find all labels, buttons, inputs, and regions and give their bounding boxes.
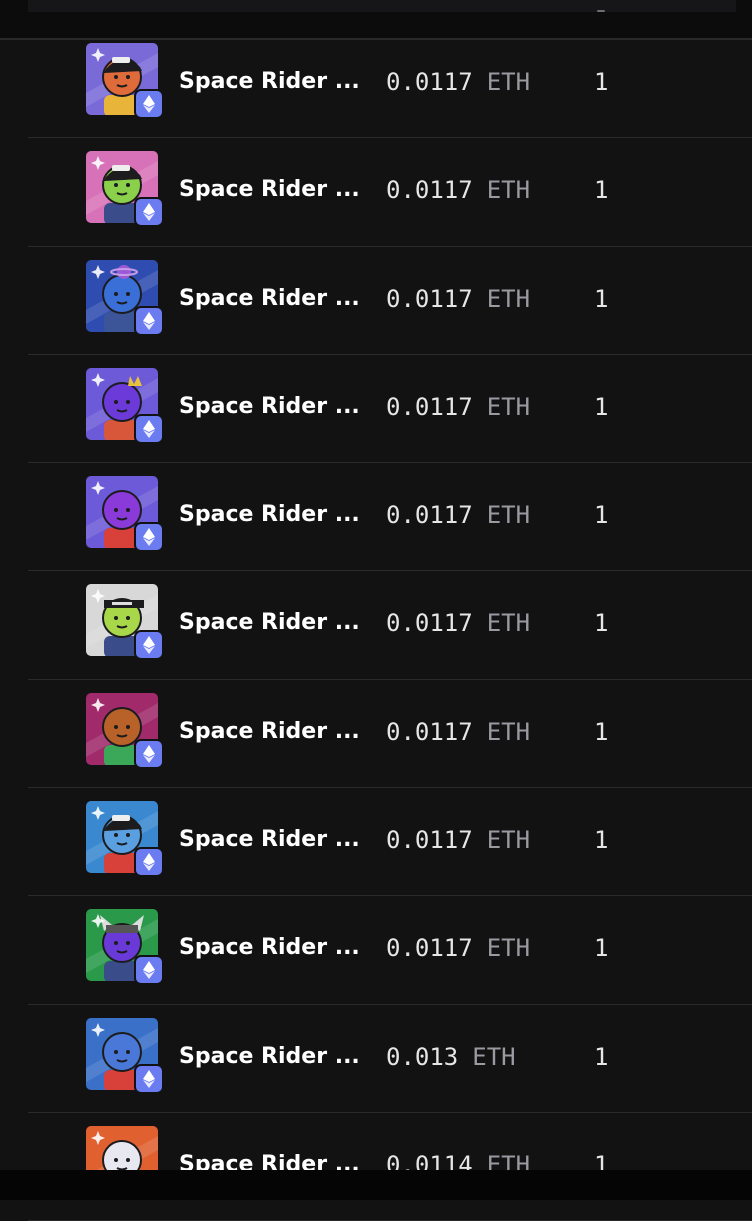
quantity-cell: 1 bbox=[594, 284, 609, 313]
quantity-cell: 1 bbox=[594, 934, 609, 963]
ethereum-icon bbox=[134, 197, 164, 228]
price-cell: 0.0117 ETH bbox=[386, 285, 530, 313]
price-cell: 0.0117 ETH bbox=[386, 501, 530, 529]
price-value: 0.0117 bbox=[386, 826, 473, 855]
table-row[interactable]: Space Rider ... 0.0114 ETH 1 bbox=[28, 1113, 752, 1221]
item-name[interactable]: Space Rider ... bbox=[179, 286, 360, 311]
ethereum-icon bbox=[134, 955, 164, 986]
item-name[interactable]: Space Rider ... bbox=[179, 69, 360, 94]
currency-unit: ETH bbox=[486, 826, 531, 855]
ethereum-icon bbox=[134, 630, 164, 661]
quantity-cell: 1 bbox=[594, 609, 609, 638]
table-row[interactable]: Space Rider ... 0.0117 ETH 1 bbox=[28, 896, 752, 1005]
currency-unit: ETH bbox=[486, 501, 531, 530]
price-cell: 0.0117 ETH bbox=[386, 176, 530, 204]
ethereum-icon bbox=[134, 413, 164, 444]
item-name[interactable]: Space Rider ... bbox=[179, 610, 360, 635]
currency-unit: ETH bbox=[486, 609, 531, 638]
price-value: 0.013 bbox=[386, 1042, 459, 1071]
table-row[interactable]: Space Rider ... 0.0117 ETH 1 bbox=[28, 138, 752, 247]
quantity-cell: 1 bbox=[594, 176, 609, 205]
price-value: 0.0117 bbox=[386, 392, 473, 421]
table-row[interactable]: Space Rider ... 0.0117 ETH 1 bbox=[28, 247, 752, 355]
currency-unit: ETH bbox=[486, 284, 531, 313]
price-value: 0.0117 bbox=[386, 68, 473, 96]
table-row[interactable]: Space Rider ... 0.0117 ETH 1 bbox=[28, 788, 752, 897]
bottom-bar bbox=[0, 1170, 752, 1200]
price-value: 0.0117 bbox=[386, 934, 473, 963]
quantity-cell: 1 bbox=[594, 1042, 609, 1071]
currency-unit: ETH bbox=[486, 717, 531, 746]
table-row[interactable]: Space Rider ... 0.0117 ETH 1 bbox=[28, 30, 752, 139]
ethereum-icon bbox=[134, 847, 164, 878]
sort-indicator-icon[interactable] bbox=[597, 10, 605, 12]
quantity-cell: 1 bbox=[594, 717, 609, 746]
price-value: 0.0117 bbox=[386, 609, 473, 638]
table-row[interactable]: Space Rider ... 0.0117 ETH 1 bbox=[28, 355, 752, 464]
table-row[interactable]: Space Rider ... 0.0117 ETH 1 bbox=[28, 463, 752, 572]
item-name[interactable]: Space Rider ... bbox=[179, 1044, 360, 1069]
item-name[interactable]: Space Rider ... bbox=[179, 394, 360, 419]
price-cell: 0.0117 ETH bbox=[386, 718, 530, 746]
price-cell: 0.0117 ETH bbox=[386, 826, 530, 854]
item-name[interactable]: Space Rider ... bbox=[179, 935, 360, 960]
ethereum-icon bbox=[134, 1063, 164, 1094]
price-value: 0.0117 bbox=[386, 501, 473, 530]
table-row[interactable]: Space Rider ... 0.0117 ETH 1 bbox=[28, 571, 752, 680]
item-name[interactable]: Space Rider ... bbox=[179, 177, 360, 202]
listing-list: Space Rider ... 0.0117 ETH 1 Space Rider ...… bbox=[28, 30, 752, 1221]
price-cell: 0.0117 ETH bbox=[386, 68, 530, 96]
ethereum-icon bbox=[134, 89, 164, 119]
currency-unit: ETH bbox=[486, 392, 531, 421]
ethereum-icon bbox=[134, 305, 164, 336]
price-cell: 0.013 ETH bbox=[386, 1043, 516, 1071]
table-row[interactable]: Space Rider ... 0.0117 ETH 1 bbox=[28, 680, 752, 789]
table-header bbox=[28, 0, 736, 12]
currency-unit: ETH bbox=[486, 68, 531, 96]
item-name[interactable]: Space Rider ... bbox=[179, 502, 360, 527]
currency-unit: ETH bbox=[486, 934, 531, 963]
item-name[interactable]: Space Rider ... bbox=[179, 719, 360, 744]
price-cell: 0.0117 ETH bbox=[386, 609, 530, 637]
quantity-cell: 1 bbox=[594, 826, 609, 855]
price-cell: 0.0117 ETH bbox=[386, 934, 530, 962]
currency-unit: ETH bbox=[486, 176, 531, 205]
table-row[interactable]: Space Rider ... 0.013 ETH 1 bbox=[28, 1005, 752, 1113]
quantity-cell: 1 bbox=[594, 501, 609, 530]
currency-unit: ETH bbox=[472, 1042, 516, 1071]
price-value: 0.0117 bbox=[386, 284, 473, 313]
price-value: 0.0117 bbox=[386, 176, 473, 205]
price-cell: 0.0117 ETH bbox=[386, 393, 530, 421]
item-name[interactable]: Space Rider ... bbox=[179, 827, 360, 852]
quantity-cell: 1 bbox=[594, 68, 609, 96]
quantity-cell: 1 bbox=[594, 392, 609, 421]
ethereum-icon bbox=[134, 522, 164, 553]
ethereum-icon bbox=[134, 738, 164, 769]
price-value: 0.0117 bbox=[386, 717, 473, 746]
